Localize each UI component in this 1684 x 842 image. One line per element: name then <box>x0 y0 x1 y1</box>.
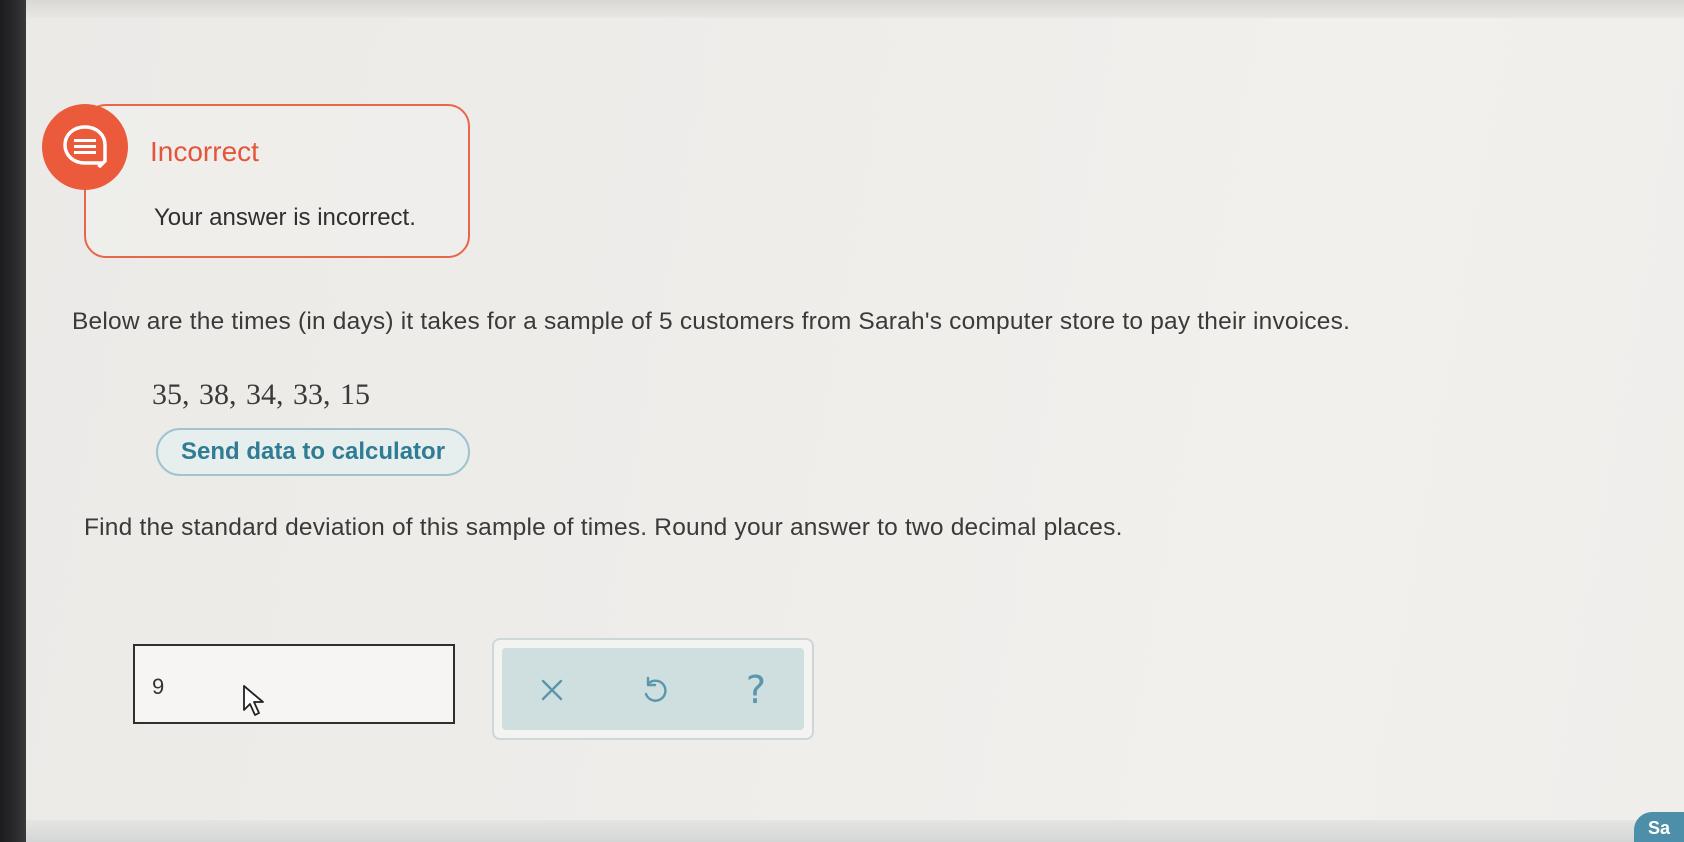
answer-value: 9 <box>152 674 165 699</box>
question-prompt: Below are the times (in days) it takes f… <box>72 308 1351 335</box>
undo-button[interactable] <box>634 670 674 710</box>
clear-button[interactable] <box>532 670 572 710</box>
undo-icon <box>644 676 667 702</box>
feedback-message: Your answer is incorrect. <box>154 204 416 231</box>
bottom-band <box>26 820 1684 842</box>
corner-button[interactable]: Sa <box>1634 812 1684 842</box>
monitor-bezel <box>0 0 26 842</box>
help-button[interactable]: ? <box>736 670 776 710</box>
send-data-to-calculator-button[interactable]: Send data to calculator <box>156 428 470 476</box>
close-icon <box>541 679 563 701</box>
question-instruction: Find the standard deviation of this samp… <box>84 514 1123 541</box>
answer-input[interactable] <box>133 644 455 724</box>
top-band <box>26 0 1684 18</box>
feedback-panel <box>84 104 470 258</box>
feedback-status: Incorrect <box>150 136 259 167</box>
help-label: ? <box>745 668 767 712</box>
mouse-pointer-icon <box>242 684 268 718</box>
data-values: 35, 38, 34, 33, 15 <box>152 378 370 411</box>
speech-bubble-icon <box>42 104 128 190</box>
